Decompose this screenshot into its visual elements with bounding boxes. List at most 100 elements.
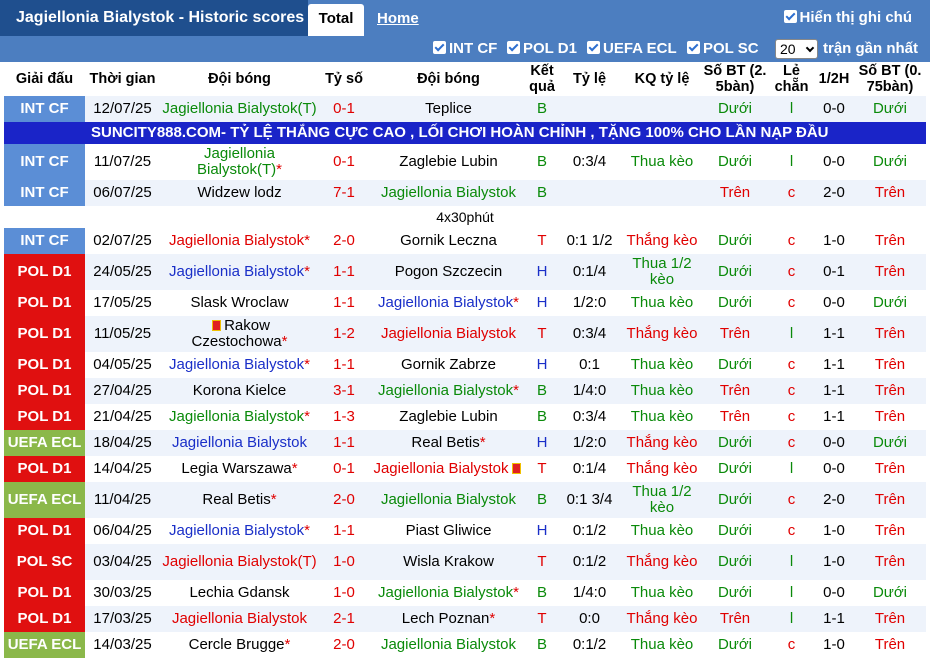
away-team-cell[interactable]: Teplice <box>369 96 528 122</box>
home-team[interactable]: Legia Warszawa <box>181 460 291 477</box>
table-row[interactable]: POL D1 06/04/25 Jagiellonia Bialystok* 1-1 P… <box>4 518 926 544</box>
home-team-cell[interactable]: Jagiellonia Bialystok <box>160 430 319 456</box>
away-team-cell[interactable]: Zaglebie Lubin <box>369 144 528 180</box>
away-team-cell[interactable]: Jagiellonia Bialystok* <box>369 290 528 316</box>
home-team[interactable]: Jagiellonia Bialystok(T) <box>197 145 276 178</box>
home-team-cell[interactable]: Cercle Brugge* <box>160 632 319 658</box>
score[interactable]: 0-1 <box>319 456 369 482</box>
home-team[interactable]: Slask Wroclaw <box>190 294 288 311</box>
tab-home[interactable]: Home <box>377 4 419 34</box>
table-row[interactable]: POL D1 17/05/25 Slask Wroclaw 1-1 Jagielloni… <box>4 290 926 316</box>
table-row[interactable]: UEFA ECL 14/03/25 Cercle Brugge* 2-0 Jagiell… <box>4 632 926 658</box>
table-row[interactable]: POL SC 03/04/25 Jagiellonia Bialystok(T) 1-… <box>4 544 926 580</box>
away-team-cell[interactable]: Gornik Zabrze <box>369 352 528 378</box>
checkbox-icon[interactable] <box>433 41 446 54</box>
away-team[interactable]: Teplice <box>425 100 472 117</box>
table-row[interactable]: INT CF 06/07/25 Widzew lodz 7-1 Jagiellonia … <box>4 180 926 206</box>
away-team-cell[interactable]: Jagiellonia Bialystok <box>369 632 528 658</box>
home-team[interactable]: Jagiellonia Bialystok <box>169 408 304 425</box>
away-team[interactable]: Lech Poznan <box>402 610 490 627</box>
competition-badge[interactable]: UEFA ECL <box>4 632 85 658</box>
away-team[interactable]: Wisla Krakow <box>403 553 494 570</box>
away-team-cell[interactable]: Jagiellonia Bialystok <box>369 482 528 518</box>
score[interactable]: 1-3 <box>319 404 369 430</box>
away-team[interactable]: Jagiellonia Bialystok <box>378 294 513 311</box>
competition-badge[interactable]: POL D1 <box>4 290 85 316</box>
away-team[interactable]: Jagiellonia Bialystok <box>378 584 513 601</box>
home-team-cell[interactable]: Rakow Czestochowa* <box>160 316 319 352</box>
home-team-cell[interactable]: Jagiellonia Bialystok(T)* <box>160 144 319 180</box>
home-team[interactable]: Jagiellonia Bialystok <box>169 522 304 539</box>
competition-badge[interactable]: INT CF <box>4 96 85 122</box>
competition-badge[interactable]: INT CF <box>4 144 85 180</box>
away-team-cell[interactable]: Zaglebie Lubin <box>369 404 528 430</box>
away-team[interactable]: Real Betis <box>411 434 479 451</box>
home-team[interactable]: Jagiellonia Bialystok(T) <box>162 553 316 570</box>
away-team-cell[interactable]: Real Betis* <box>369 430 528 456</box>
checkbox-icon[interactable] <box>507 41 520 54</box>
away-team[interactable]: Jagiellonia Bialystok <box>381 491 516 508</box>
home-team-cell[interactable]: Jagiellonia Bialystok* <box>160 352 319 378</box>
away-team[interactable]: Jagiellonia Bialystok <box>381 325 516 342</box>
home-team-cell[interactable]: Korona Kielce <box>160 378 319 404</box>
competition-badge[interactable]: POL D1 <box>4 378 85 404</box>
score[interactable]: 1-0 <box>319 544 369 580</box>
ad-banner-text[interactable]: SUNCITY888.COM- TỶ LỆ THẮNG CỰC CAO , LỐ… <box>4 122 926 144</box>
tab-total[interactable]: Total <box>308 4 364 36</box>
table-row[interactable]: POL D1 14/04/25 Legia Warszawa* 0-1 Jagiello… <box>4 456 926 482</box>
home-team[interactable]: Cercle Brugge <box>189 636 285 653</box>
away-team[interactable]: Jagiellonia Bialystok <box>378 382 513 399</box>
home-team[interactable]: Jagiellonia Bialystok <box>172 610 307 627</box>
away-team-cell[interactable]: Jagiellonia Bialystok <box>369 456 528 482</box>
competition-badge[interactable]: UEFA ECL <box>4 430 85 456</box>
score[interactable]: 7-1 <box>319 180 369 206</box>
score[interactable]: 1-2 <box>319 316 369 352</box>
checkbox-icon[interactable] <box>587 41 600 54</box>
home-team[interactable]: Jagiellonia Bialystok <box>172 434 307 451</box>
away-team-cell[interactable]: Wisla Krakow <box>369 544 528 580</box>
home-team-cell[interactable]: Jagiellonia Bialystok(T) <box>160 96 319 122</box>
home-team[interactable]: Jagiellonia Bialystok <box>169 232 304 249</box>
away-team-cell[interactable]: Pogon Szczecin <box>369 254 528 290</box>
competition-badge[interactable]: POL D1 <box>4 316 85 352</box>
score[interactable]: 1-1 <box>319 430 369 456</box>
competition-badge[interactable]: INT CF <box>4 228 85 254</box>
home-team-cell[interactable]: Jagiellonia Bialystok* <box>160 518 319 544</box>
table-row[interactable]: POL D1 04/05/25 Jagiellonia Bialystok* 1-1 G… <box>4 352 926 378</box>
away-team[interactable]: Jagiellonia Bialystok <box>373 460 508 477</box>
competition-badge[interactable]: POL D1 <box>4 518 85 544</box>
away-team-cell[interactable]: Jagiellonia Bialystok* <box>369 378 528 404</box>
filter-pol-d1[interactable]: POL D1 <box>507 36 577 62</box>
away-team[interactable]: Zaglebie Lubin <box>399 153 497 170</box>
home-team[interactable]: Rakow Czestochowa <box>192 317 282 350</box>
score[interactable]: 0-1 <box>319 96 369 122</box>
home-team[interactable]: Jagiellonia Bialystok(T) <box>162 100 316 117</box>
table-row[interactable]: INT CF 02/07/25 Jagiellonia Bialystok* 2-0 G… <box>4 228 926 254</box>
competition-badge[interactable]: POL D1 <box>4 404 85 430</box>
score[interactable]: 2-0 <box>319 482 369 518</box>
away-team[interactable]: Jagiellonia Bialystok <box>381 184 516 201</box>
filter-int-cf[interactable]: INT CF <box>433 36 497 62</box>
away-team-cell[interactable]: Gornik Leczna <box>369 228 528 254</box>
checkbox-icon[interactable] <box>687 41 700 54</box>
table-row[interactable]: INT CF 12/07/25 Jagiellonia Bialystok(T) 0-… <box>4 96 926 122</box>
ad-banner-row[interactable]: SUNCITY888.COM- TỶ LỆ THẮNG CỰC CAO , LỐ… <box>4 122 926 144</box>
away-team[interactable]: Gornik Zabrze <box>401 356 496 373</box>
home-team-cell[interactable]: Widzew lodz <box>160 180 319 206</box>
table-row[interactable]: UEFA ECL 11/04/25 Real Betis* 2-0 Jagielloni… <box>4 482 926 518</box>
competition-badge[interactable]: POL D1 <box>4 580 85 606</box>
score[interactable]: 1-1 <box>319 254 369 290</box>
competition-badge[interactable]: POL D1 <box>4 352 85 378</box>
away-team-cell[interactable]: Jagiellonia Bialystok* <box>369 580 528 606</box>
home-team-cell[interactable]: Jagiellonia Bialystok(T) <box>160 544 319 580</box>
home-team[interactable]: Real Betis <box>202 491 270 508</box>
competition-badge[interactable]: POL SC <box>4 544 85 580</box>
competition-badge[interactable]: POL D1 <box>4 254 85 290</box>
away-team[interactable]: Gornik Leczna <box>400 232 497 249</box>
score[interactable]: 3-1 <box>319 378 369 404</box>
competition-badge[interactable]: UEFA ECL <box>4 482 85 518</box>
competition-badge[interactable]: INT CF <box>4 180 85 206</box>
table-row[interactable]: POL D1 17/03/25 Jagiellonia Bialystok 2-1 Le… <box>4 606 926 632</box>
away-team[interactable]: Zaglebie Lubin <box>399 408 497 425</box>
checkbox-icon[interactable] <box>783 10 797 23</box>
